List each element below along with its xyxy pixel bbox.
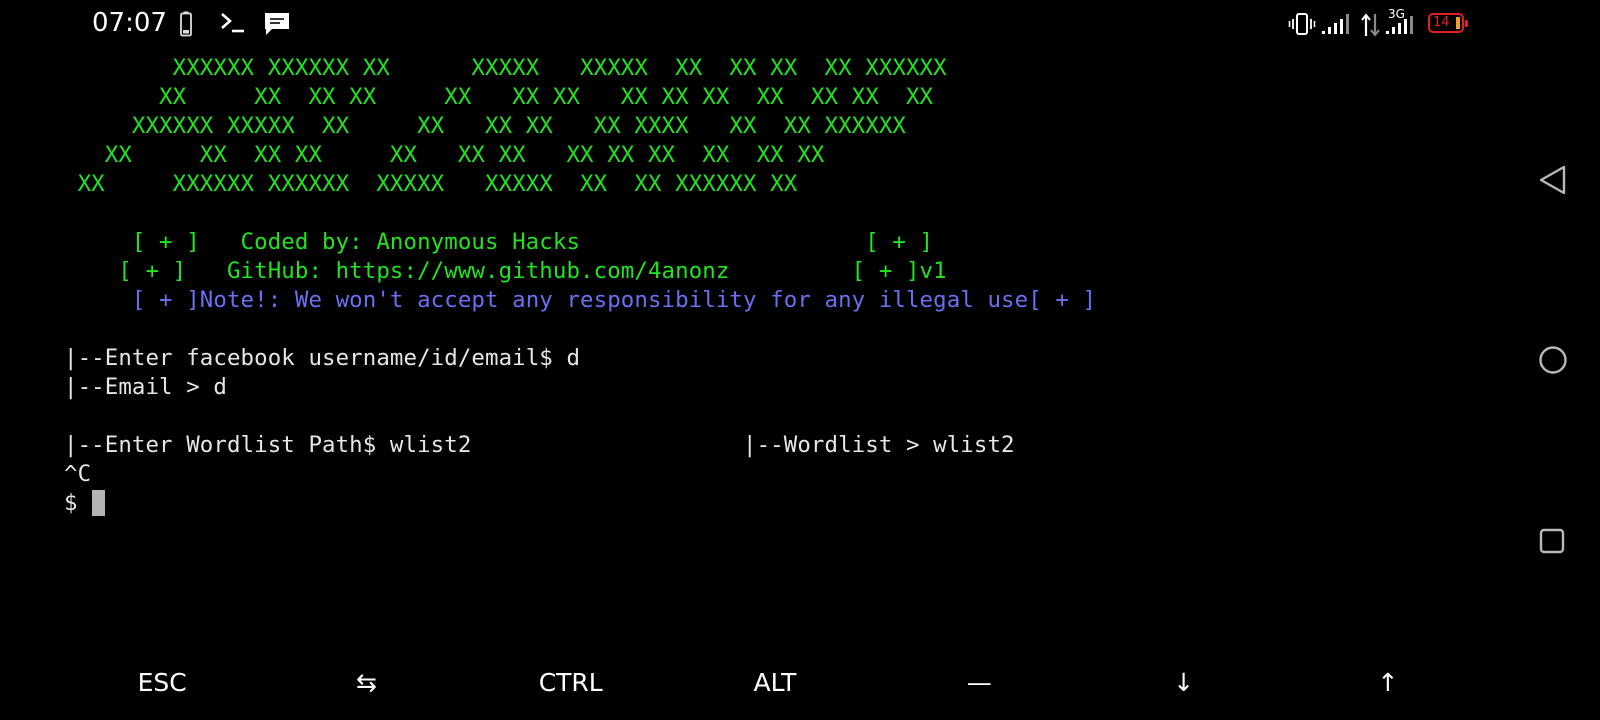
signal-bars-icon — [1386, 16, 1420, 40]
battery-icon: 14 — [1428, 13, 1468, 33]
banner-line: XX XX XX XX XX XX XX XX XX XX XX XX XX X… — [64, 84, 934, 110]
github-line: [ + ] GitHub: https://www.github.com/4an… — [64, 258, 947, 284]
output-line: |--Email > d — [64, 374, 227, 400]
data-arrows-icon — [1360, 12, 1382, 42]
banner-line: XX XX XX XX XX XX XX XX XX XX XX XX XX — [64, 142, 825, 168]
output-line: ^C — [64, 461, 92, 487]
banner-line: XXXXXX XXXXX XX XX XX XX XX XXXX XX XX X… — [64, 113, 906, 139]
note-line: [ + ]Note!: We won't accept any responsi… — [64, 287, 1097, 313]
prompt-line[interactable]: $ — [64, 489, 1444, 518]
recents-icon[interactable] — [1538, 527, 1566, 559]
arrow-up-key[interactable]: ↑ — [1286, 658, 1490, 708]
extra-keys-bar: ESC ⇆ CTRL ALT — ↓ ↑ — [60, 658, 1490, 708]
alt-key[interactable]: ALT — [673, 658, 877, 708]
signal-bars-icon — [1322, 12, 1356, 40]
battery-small-icon — [180, 11, 192, 41]
banner-line: XXXXXX XXXXXX XX XXXXX XXXXX XX XX XX XX… — [64, 55, 947, 81]
back-icon[interactable] — [1538, 164, 1568, 200]
ctrl-key[interactable]: CTRL — [469, 658, 673, 708]
status-bar: 07:07 3G 14 — [0, 0, 1600, 48]
dash-key[interactable]: — — [877, 658, 1081, 708]
terminal-prompt-icon — [220, 10, 246, 38]
shell-prompt: $ — [64, 490, 78, 516]
banner-line: XX XXXXXX XXXXXX XXXXX XXXXX XX XX XXXXX… — [64, 171, 798, 197]
tab-key[interactable]: ⇆ — [264, 658, 468, 708]
banner: XXXXXX XXXXXX XX XXXXX XXXXX XX XX XX XX… — [64, 54, 1444, 199]
credit-line: [ + ] Coded by: Anonymous Hacks [ + ] — [64, 229, 934, 255]
home-icon[interactable] — [1538, 345, 1568, 379]
arrow-down-key[interactable]: ↓ — [1081, 658, 1285, 708]
output-line: |--Enter Wordlist Path$ wlist2 |--Wordli… — [64, 432, 1015, 458]
terminal-cursor — [91, 490, 105, 516]
terminal-view[interactable]: XXXXXX XXXXXX XX XXXXX XXXXX XX XX XX XX… — [64, 54, 1444, 644]
output-line: |--Enter facebook username/id/email$ d — [64, 345, 581, 371]
navigation-bar — [1500, 0, 1600, 720]
battery-level: 14 — [1433, 15, 1450, 30]
chat-bubble-icon — [263, 11, 291, 41]
esc-key[interactable]: ESC — [60, 658, 264, 708]
battery-fill — [1456, 17, 1460, 29]
vibrate-icon — [1288, 12, 1316, 40]
status-time: 07:07 — [92, 8, 167, 38]
